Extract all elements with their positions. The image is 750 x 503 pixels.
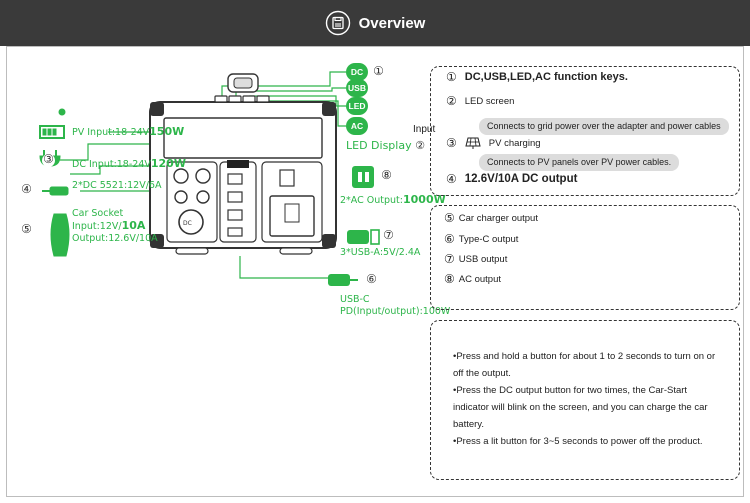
save-icon [325,10,350,36]
item-pv-charging: ③ PV charging [446,136,541,150]
output-item: ⑥ Type-C output [444,232,519,246]
led-display-label: LED Display ② [346,139,425,152]
usb-a-label: 3*USB-A:5V/2.4A [340,247,421,258]
callout-1: ① [372,64,385,79]
item-function-keys: ① DC,USB,LED,AC function keys. [446,70,628,84]
pv-panel-note: Connects to PV panels over PV power cabl… [479,154,680,171]
led-key-label: LED [346,97,368,115]
solar-panel-icon [465,137,481,149]
pv-input-label: PV Input:18-24V150W [72,125,185,139]
instructions-list: •Press and hold a button for about 1 to … [453,348,719,450]
instruction-item: •Press the DC output button for two time… [453,385,708,430]
callout-6: ⑥ [365,272,378,287]
callout-8: ⑧ [380,168,393,183]
callout-4: ④ [20,182,33,197]
instruction-item: •Press a lit button for 3~5 seconds to p… [453,436,703,447]
svg-text:DC: DC [183,220,192,227]
header-bar: Overview [0,0,750,46]
item-dc-output: ④ 12.6V/10A DC output [446,172,578,186]
callout-5: ⑤ [20,222,33,237]
dc5521-label: 2*DC 5521:12V/6A [72,180,162,191]
usb-key-label: USB [346,79,368,97]
item-led-screen: ② LED screen [446,94,515,108]
ac-output-label: 2*AC Output:1000W [340,193,446,207]
output-item: ⑧ AC output [444,272,502,286]
output-item: ⑦ USB output [444,252,508,266]
output-item: ⑤ Car charger output [444,211,538,225]
dc-input-label: DC Input:18-24V120W [72,157,186,171]
ac-key-label: AC [346,117,368,135]
car-socket-label: Car Socket Input:12V/10A Output:12.6V/10… [72,208,158,244]
page-title: Overview [358,14,426,32]
grid-power-note: Connects to grid power over the adapter … [479,118,729,135]
instruction-item: •Press and hold a button for about 1 to … [453,351,716,379]
input-label: Input [413,124,436,135]
callout-3: ③ [42,152,55,167]
callout-7: ⑦ [382,228,395,243]
